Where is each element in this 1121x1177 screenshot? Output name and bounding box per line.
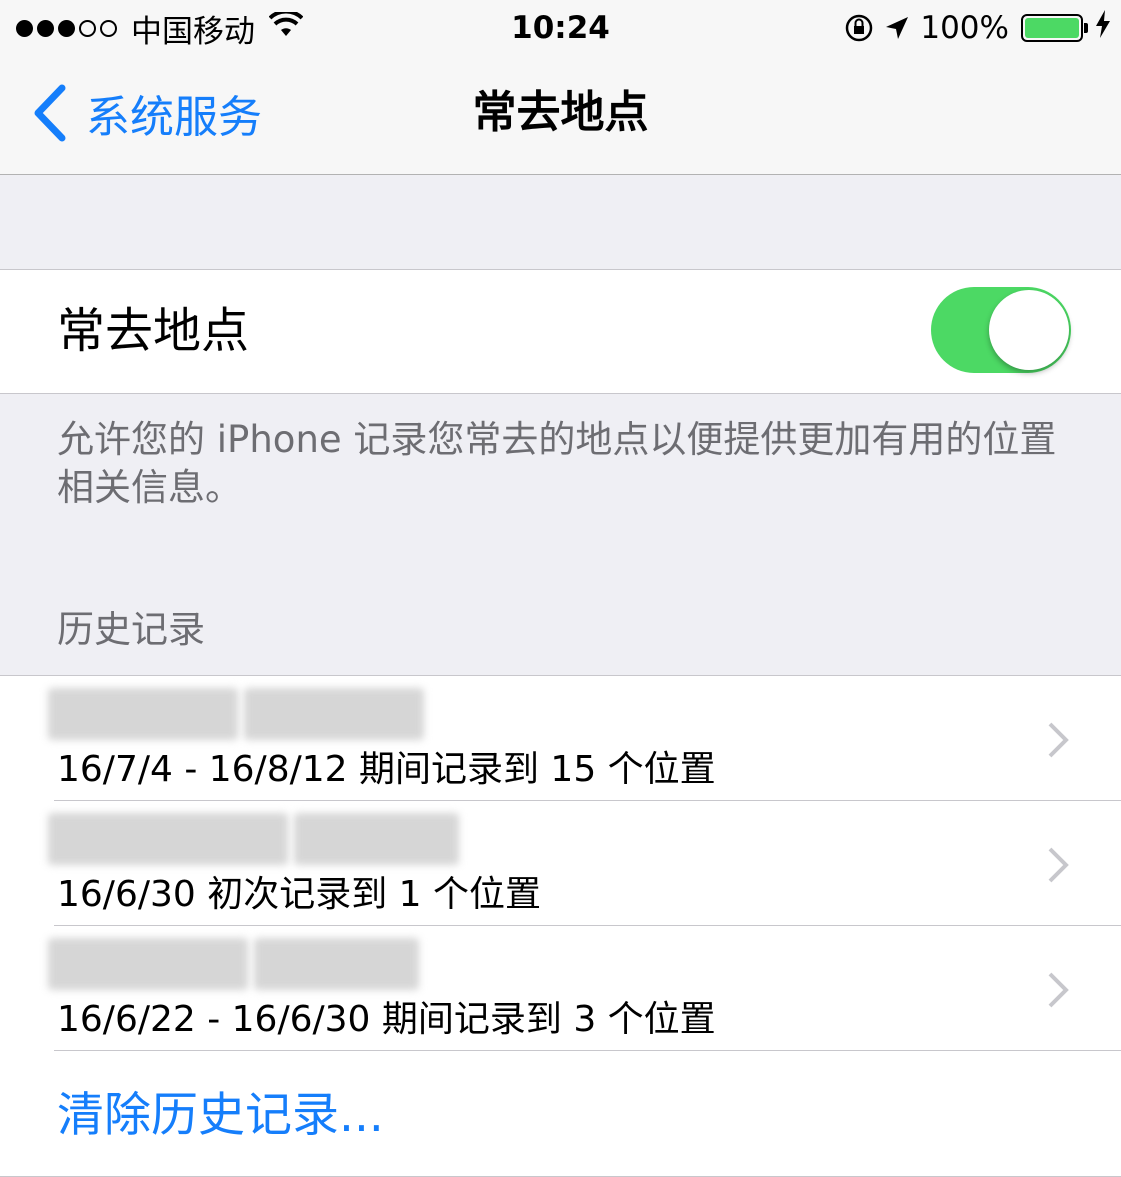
- battery-percent: 100%: [920, 10, 1009, 46]
- history-row[interactable]: 16/6/30 初次记录到 1 个位置: [0, 801, 1121, 926]
- history-row[interactable]: 16/7/4 - 16/8/12 期间记录到 15 个位置: [0, 676, 1121, 801]
- significant-locations-switch[interactable]: [931, 287, 1071, 373]
- status-right: 100%: [844, 8, 1111, 48]
- chevron-right-icon: [1048, 847, 1069, 883]
- history-header: 历史记录: [57, 608, 205, 651]
- history-list: 16/7/4 - 16/8/12 期间记录到 15 个位置 16/6/30 初次…: [0, 675, 1121, 1177]
- signal-strength-icon: [16, 19, 117, 37]
- chevron-right-icon: [1048, 972, 1069, 1008]
- redacted-title: [48, 938, 419, 990]
- description-text: 允许您的 iPhone 记录您常去的地点以便提供更加有用的位置相关信息。: [57, 418, 1057, 509]
- back-label: 系统服务: [86, 92, 262, 143]
- switch-knob: [989, 290, 1069, 370]
- back-button[interactable]: 系统服务: [32, 80, 262, 146]
- status-left: 中国移动: [16, 8, 304, 50]
- row-subtitle: 16/6/30 初次记录到 1 个位置: [57, 874, 542, 915]
- row-subtitle: 16/7/4 - 16/8/12 期间记录到 15 个位置: [57, 749, 716, 790]
- history-row[interactable]: 16/6/22 - 16/6/30 期间记录到 3 个位置: [0, 926, 1121, 1051]
- chevron-left-icon: [34, 84, 66, 142]
- row-separator: [54, 1050, 1121, 1051]
- navigation-bar: 系统服务 常去地点: [0, 58, 1121, 175]
- wifi-icon: [268, 9, 304, 46]
- rotation-lock-icon: [844, 13, 874, 43]
- location-arrow-icon: [884, 15, 910, 41]
- status-bar: 中国移动 10:24 100%: [0, 0, 1121, 58]
- redacted-title: [48, 688, 424, 740]
- carrier-name: 中国移动: [131, 13, 255, 50]
- toggle-label: 常去地点: [57, 303, 250, 359]
- clear-history-button[interactable]: 清除历史记录...: [57, 1081, 384, 1151]
- row-subtitle: 16/6/22 - 16/6/30 期间记录到 3 个位置: [57, 999, 716, 1040]
- chevron-right-icon: [1048, 722, 1069, 758]
- redacted-title: [48, 813, 459, 865]
- charging-bolt-icon: [1095, 10, 1111, 46]
- battery-icon: [1021, 14, 1088, 42]
